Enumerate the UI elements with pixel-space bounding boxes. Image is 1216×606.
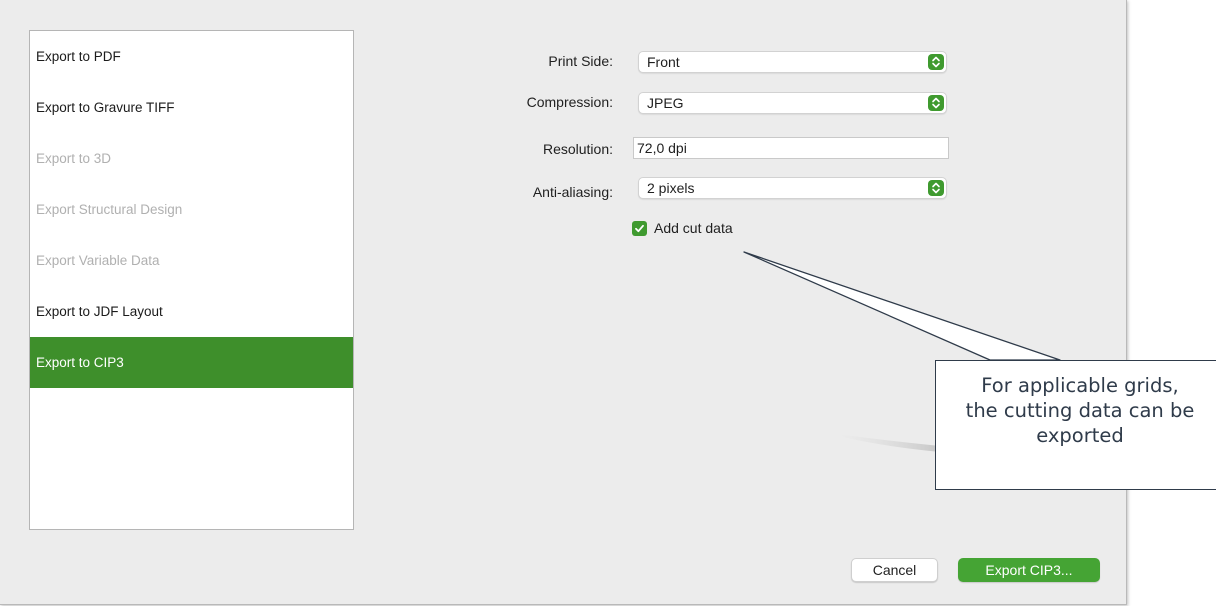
export-item-label: Export to 3D	[36, 151, 112, 166]
up-down-chevron-icon	[928, 95, 944, 111]
export-item-gravure-tiff[interactable]: Export to Gravure TIFF	[30, 82, 353, 133]
callout-line-3: exported	[1036, 424, 1124, 447]
export-item-structural-design: Export Structural Design	[30, 184, 353, 235]
export-type-list: Export to PDF Export to Gravure TIFF Exp…	[29, 30, 354, 530]
print-side-label: Print Side:	[548, 53, 613, 69]
resolution-label: Resolution:	[542, 141, 613, 157]
export-item-cip3[interactable]: Export to CIP3	[30, 337, 353, 388]
export-item-label: Export Variable Data	[36, 253, 160, 268]
export-item-variable-data: Export Variable Data	[30, 235, 353, 286]
export-cip3-button[interactable]: Export CIP3...	[958, 558, 1100, 582]
compression-select[interactable]: JPEG	[638, 92, 947, 114]
anti-aliasing-value: 2 pixels	[647, 180, 695, 196]
checkmark-icon	[635, 224, 644, 233]
compression-label: Compression:	[526, 94, 613, 110]
export-item-label: Export Structural Design	[36, 202, 183, 217]
add-cut-data-checkbox[interactable]	[632, 221, 647, 236]
anti-aliasing-label: Anti-aliasing:	[532, 184, 613, 200]
export-item-label: Export to CIP3	[36, 355, 124, 370]
resolution-value: 72,0 dpi	[637, 140, 687, 156]
resolution-field[interactable]: 72,0 dpi	[633, 137, 949, 159]
export-item-3d: Export to 3D	[30, 133, 353, 184]
anti-aliasing-select[interactable]: 2 pixels	[638, 177, 947, 199]
up-down-chevron-icon	[928, 180, 944, 196]
add-cut-data-label: Add cut data	[654, 220, 733, 236]
callout-line-1: For applicable grids,	[981, 374, 1179, 397]
callout-box: For applicable grids, the cutting data c…	[935, 360, 1216, 490]
callout-line-2: the cutting data can be	[965, 399, 1195, 422]
print-side-select[interactable]: Front	[638, 51, 947, 73]
export-item-pdf[interactable]: Export to PDF	[30, 31, 353, 82]
export-item-label: Export to JDF Layout	[36, 304, 163, 319]
export-item-label: Export to Gravure TIFF	[36, 100, 175, 115]
export-item-label: Export to PDF	[36, 49, 121, 64]
export-item-jdf-layout[interactable]: Export to JDF Layout	[30, 286, 353, 337]
cancel-button[interactable]: Cancel	[851, 558, 938, 582]
compression-value: JPEG	[647, 95, 684, 111]
export-dialog: Export to PDF Export to Gravure TIFF Exp…	[0, 0, 1127, 605]
print-side-value: Front	[647, 54, 680, 70]
up-down-chevron-icon	[928, 54, 944, 70]
